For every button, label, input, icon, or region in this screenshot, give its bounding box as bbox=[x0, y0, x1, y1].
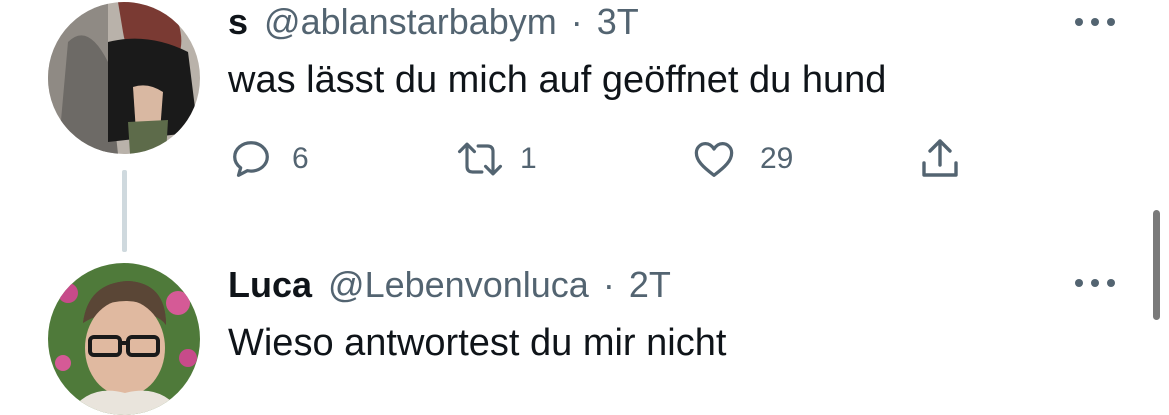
display-name[interactable]: s bbox=[228, 1, 248, 42]
like-count: 29 bbox=[760, 142, 794, 175]
tweet-1[interactable]: s @ablanstarbabym · 3T was lässt du mich… bbox=[0, 0, 1169, 250]
more-button[interactable] bbox=[1072, 273, 1118, 293]
separator-dot: · bbox=[602, 264, 615, 305]
avatar-photo-icon bbox=[48, 263, 200, 415]
reply-count: 6 bbox=[292, 142, 309, 175]
tweet-header: s @ablanstarbabym · 3T bbox=[228, 2, 639, 42]
avatar[interactable] bbox=[48, 2, 200, 154]
user-handle[interactable]: @ablanstarbabym bbox=[264, 1, 557, 42]
avatar-photo-icon bbox=[48, 2, 200, 154]
more-button[interactable] bbox=[1072, 12, 1118, 32]
scrollbar[interactable] bbox=[1153, 210, 1160, 320]
retweet-count: 1 bbox=[520, 142, 537, 175]
avatar[interactable] bbox=[48, 263, 200, 415]
share-button[interactable] bbox=[916, 134, 964, 184]
retweet-button[interactable]: 1 bbox=[454, 134, 537, 184]
timestamp[interactable]: 3T bbox=[597, 1, 639, 42]
share-icon bbox=[922, 139, 958, 177]
tweet-actions: 6 1 29 bbox=[228, 134, 988, 184]
like-button[interactable]: 29 bbox=[690, 134, 793, 184]
more-icon bbox=[1075, 279, 1115, 287]
tweet-text: Wieso antwortest du mir nicht bbox=[228, 322, 727, 364]
separator-dot: · bbox=[570, 1, 583, 42]
reply-icon bbox=[233, 141, 269, 177]
more-icon bbox=[1075, 18, 1115, 26]
thread-connector-line bbox=[122, 170, 127, 252]
heart-icon bbox=[694, 142, 734, 177]
tweet-text: was lässt du mich auf geöffnet du hund bbox=[228, 59, 887, 101]
tweet-2[interactable]: Luca @Lebenvonluca · 2T Wieso antwortest… bbox=[0, 255, 1169, 415]
user-handle[interactable]: @Lebenvonluca bbox=[328, 264, 589, 305]
tweet-header: Luca @Lebenvonluca · 2T bbox=[228, 265, 671, 305]
display-name[interactable]: Luca bbox=[228, 264, 312, 305]
retweet-icon bbox=[457, 142, 503, 176]
reply-button[interactable]: 6 bbox=[228, 134, 309, 184]
timestamp[interactable]: 2T bbox=[629, 264, 671, 305]
